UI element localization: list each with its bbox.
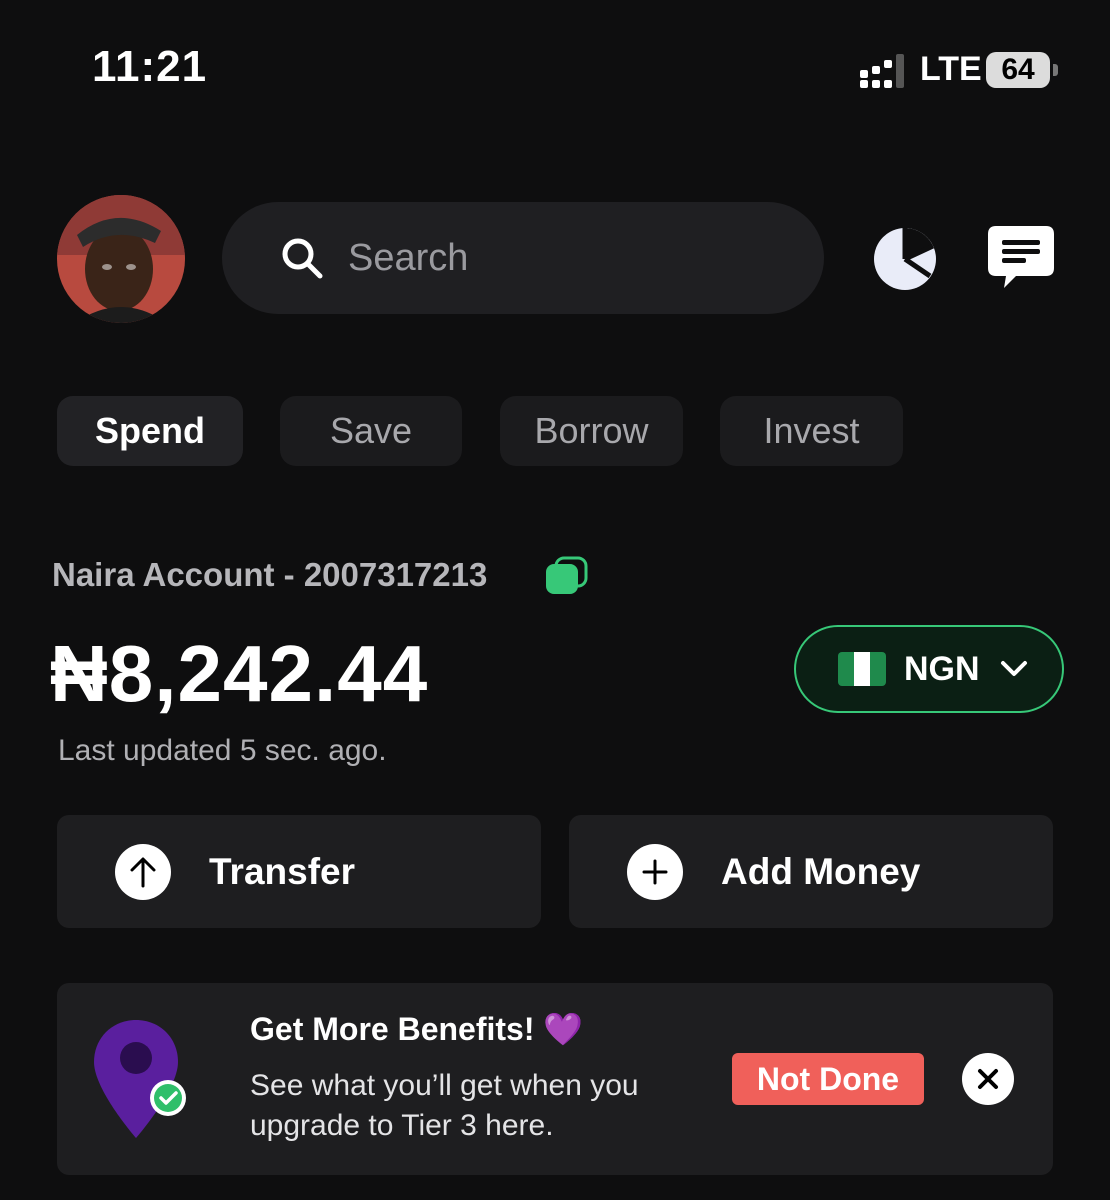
- nigeria-flag-icon: [838, 652, 886, 686]
- tab-spend[interactable]: Spend: [57, 396, 243, 466]
- search-icon: [282, 238, 323, 279]
- account-label: Naira Account - 2007317213: [52, 556, 488, 593]
- avatar[interactable]: [57, 195, 185, 323]
- promo-title: Get More Benefits! 💜: [250, 1011, 584, 1047]
- status-time: 11:21: [92, 42, 208, 91]
- close-button[interactable]: [962, 1053, 1014, 1105]
- message-icon[interactable]: [986, 224, 1056, 292]
- currency-selector[interactable]: NGN: [794, 625, 1064, 713]
- chevron-down-icon: [1000, 661, 1027, 676]
- promo-body: See what you’ll get when you upgrade to …: [250, 1069, 639, 1142]
- location-pin-icon: [94, 1020, 186, 1138]
- battery-tip: [1053, 64, 1058, 76]
- status-badge: Not Done: [732, 1053, 924, 1105]
- search-bar[interactable]: Search: [222, 202, 824, 314]
- transfer-button[interactable]: Transfer: [57, 815, 541, 928]
- account-balance: ₦8,242.44: [50, 629, 429, 718]
- add-money-label: Add Money: [721, 850, 921, 892]
- signal-icon: [860, 54, 904, 88]
- add-money-button[interactable]: Add Money: [569, 815, 1053, 928]
- currency-code: NGN: [904, 649, 980, 688]
- transfer-label: Transfer: [209, 850, 356, 892]
- search-placeholder: Search: [348, 236, 469, 279]
- tab-invest[interactable]: Invest: [720, 396, 903, 466]
- plus-icon: [627, 843, 683, 900]
- tab-save[interactable]: Save: [280, 396, 462, 466]
- network-type: LTE: [920, 50, 982, 88]
- copy-icon[interactable]: [544, 556, 588, 596]
- close-icon: [978, 1069, 998, 1089]
- last-updated: Last updated 5 sec. ago.: [58, 734, 387, 767]
- tab-borrow[interactable]: Borrow: [500, 396, 683, 466]
- arrow-up-icon: [115, 843, 171, 900]
- battery-level: 64: [986, 52, 1050, 88]
- pie-chart-icon[interactable]: [872, 226, 938, 292]
